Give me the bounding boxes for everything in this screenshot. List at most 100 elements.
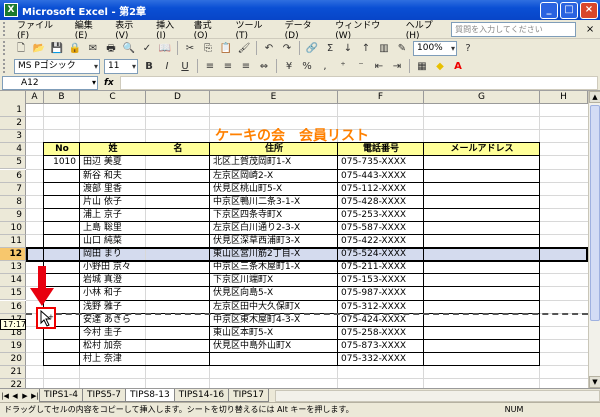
sheet-tab[interactable]: TIPS5-7 <box>82 389 126 402</box>
cell-name[interactable]: 浅野 雅子 <box>81 301 209 314</box>
maximize-button[interactable]: □ <box>560 1 578 19</box>
first-sheet-icon[interactable]: |◀ <box>0 392 10 400</box>
workbook-close-icon[interactable]: × <box>580 24 600 35</box>
prev-sheet-icon[interactable]: ◀ <box>10 392 20 400</box>
cell-phone[interactable]: 075-153-XXXX <box>339 274 423 287</box>
column-header-f[interactable]: F <box>338 91 424 104</box>
align-center-icon[interactable]: ≡ <box>220 59 236 74</box>
sort-descending-icon[interactable]: ↑ <box>358 41 374 56</box>
column-header-d[interactable]: D <box>146 91 210 104</box>
cell-name[interactable]: 岩城 真澄 <box>81 274 209 287</box>
cell-phone[interactable]: 075-112-XXXX <box>339 183 423 196</box>
save-icon[interactable]: 💾 <box>49 41 65 56</box>
header-mei[interactable]: 名 <box>147 143 209 156</box>
cell-name[interactable]: 松村 加奈 <box>81 340 209 353</box>
cell-no[interactable] <box>45 209 79 222</box>
cell-address[interactable]: 下京区川端町X <box>211 274 337 287</box>
next-sheet-icon[interactable]: ▶ <box>20 392 30 400</box>
menu-edit[interactable]: 編集(E) <box>70 18 110 41</box>
row-header-20[interactable]: 20 <box>0 352 26 366</box>
select-all-corner[interactable] <box>0 91 26 104</box>
zoom-select[interactable]: 100% <box>413 40 457 56</box>
cell-address[interactable]: 伏見区向島5-X <box>211 287 337 300</box>
spelling-icon[interactable]: ✓ <box>139 41 155 56</box>
row-header-3[interactable]: 3 <box>0 130 26 144</box>
paste-icon[interactable]: 📋 <box>218 41 234 56</box>
cell-phone[interactable]: 075-258-XXXX <box>339 327 423 340</box>
align-left-icon[interactable]: ≡ <box>202 59 218 74</box>
open-icon[interactable]: 📂 <box>31 41 47 56</box>
row-header-1[interactable]: 1 <box>0 104 26 117</box>
cell-address[interactable]: 伏見区桃山町5-X <box>211 183 337 196</box>
permission-icon[interactable]: 🔒 <box>67 41 83 56</box>
cell-address[interactable]: 中京区鴨川二条3-1-X <box>211 196 337 209</box>
cell-address[interactable]: 下京区四条寺町X <box>211 209 337 222</box>
drawing-icon[interactable]: ✎ <box>394 41 410 56</box>
cell-name[interactable]: 新谷 和夫 <box>81 170 209 183</box>
formula-input[interactable] <box>119 75 598 90</box>
cell-phone[interactable]: 075-332-XXXX <box>339 353 423 366</box>
font-color-icon[interactable]: A <box>450 59 466 74</box>
cell-address[interactable]: 左京区岡崎2-X <box>211 170 337 183</box>
cell-name[interactable]: 渡部 里香 <box>81 183 209 196</box>
row-header-15[interactable]: 15 <box>0 287 26 301</box>
row-header-13[interactable]: 13 <box>0 261 26 275</box>
row-header-8[interactable]: 8 <box>0 195 26 209</box>
cell-address[interactable]: 東山区本町5-X <box>211 327 337 340</box>
header-sei[interactable]: 姓 <box>81 143 145 156</box>
row-header-9[interactable]: 9 <box>0 208 26 222</box>
increase-indent-icon[interactable]: ⇥ <box>389 59 405 74</box>
undo-icon[interactable]: ↶ <box>261 41 277 56</box>
menu-format[interactable]: 書式(O) <box>189 18 231 41</box>
copy-icon[interactable]: ⎘ <box>200 41 216 56</box>
borders-icon[interactable]: ▦ <box>414 59 430 74</box>
function-icon[interactable]: fx <box>98 78 120 88</box>
vertical-scrollbar[interactable]: ▲ ▼ <box>588 91 600 388</box>
decrease-indent-icon[interactable]: ⇤ <box>371 59 387 74</box>
cell-phone[interactable]: 075-587-XXXX <box>339 222 423 235</box>
research-icon[interactable]: 📖 <box>157 41 173 56</box>
cell-address[interactable]: 伏見区中島外山町X <box>211 340 337 353</box>
bold-icon[interactable]: B <box>141 59 157 74</box>
menu-window[interactable]: ウィンドウ(W) <box>330 18 400 41</box>
cell-name[interactable]: 村上 奈津 <box>81 353 209 366</box>
scroll-up-icon[interactable]: ▲ <box>589 91 600 103</box>
cell-name[interactable]: 小野田 京々 <box>81 261 209 274</box>
menu-tools[interactable]: ツール(T) <box>230 18 279 41</box>
cell-address[interactable]: 中京区東木屋町4-3-X <box>211 314 337 327</box>
column-header-a[interactable]: A <box>26 91 44 104</box>
column-header-b[interactable]: B <box>44 91 80 104</box>
hyperlink-icon[interactable]: 🔗 <box>304 41 320 56</box>
cell-phone[interactable]: 075-987-XXXX <box>339 287 423 300</box>
menu-insert[interactable]: 挿入(I) <box>151 18 188 41</box>
column-header-e[interactable]: E <box>210 91 338 104</box>
toolbar-grip[interactable] <box>3 59 9 73</box>
column-header-c[interactable]: C <box>80 91 146 104</box>
comma-icon[interactable]: , <box>317 59 333 74</box>
cell-phone[interactable]: 075-211-XXXX <box>339 261 423 274</box>
cell-address[interactable] <box>211 353 337 366</box>
row-header-22[interactable]: 22 <box>0 379 26 388</box>
toolbar-grip[interactable] <box>3 41 9 55</box>
sheet-tab-active[interactable]: TIPS8-13 <box>125 389 175 402</box>
font-size-select[interactable]: 11 <box>104 58 138 74</box>
email-icon[interactable]: ✉ <box>85 41 101 56</box>
fill-color-icon[interactable]: ◆ <box>432 59 448 74</box>
cell-phone[interactable]: 075-422-XXXX <box>339 235 423 248</box>
cell-no[interactable] <box>45 222 79 235</box>
currency-icon[interactable]: ¥ <box>281 59 297 74</box>
cell-no[interactable]: 1010 <box>45 156 79 169</box>
cell-address[interactable]: 北区上賀茂岡町1-X <box>211 156 337 169</box>
cell-phone[interactable]: 075-735-XXXX <box>339 156 423 169</box>
new-icon[interactable]: 🗋 <box>13 41 29 56</box>
font-name-select[interactable]: MS Pゴシック <box>14 58 100 74</box>
cell-no[interactable] <box>45 235 79 248</box>
cell-name[interactable]: 今村 圭子 <box>81 327 209 340</box>
percent-icon[interactable]: % <box>299 59 315 74</box>
menu-help[interactable]: ヘルプ(H) <box>401 18 451 41</box>
cell-no[interactable] <box>45 353 79 366</box>
row-header-2[interactable]: 2 <box>0 117 26 131</box>
cell-address[interactable]: 左京区田中大久保町X <box>211 301 337 314</box>
sheet-tab[interactable]: TIPS17 <box>228 389 269 402</box>
autosum-icon[interactable]: Σ <box>322 41 338 56</box>
